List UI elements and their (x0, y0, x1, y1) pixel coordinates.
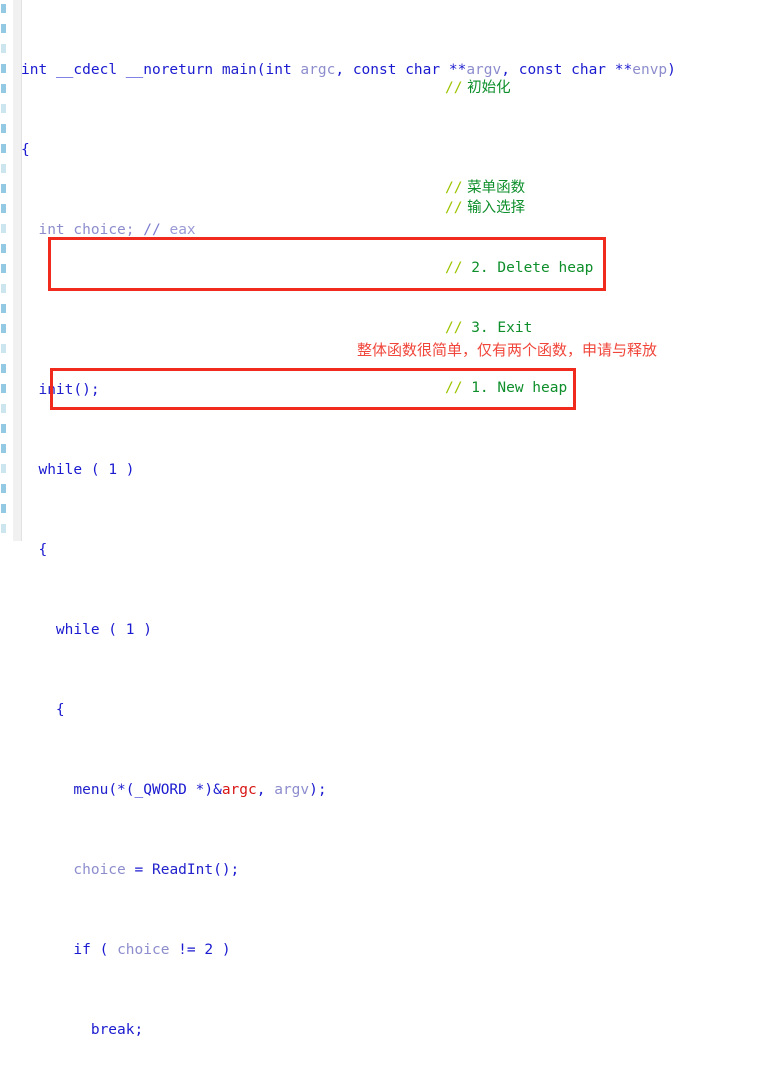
line-marker-tick[interactable] (1, 484, 6, 493)
token-var-choice[interactable]: choice (73, 862, 125, 878)
line-marker-tick[interactable] (1, 304, 6, 313)
code-line-9[interactable]: { (21, 700, 783, 720)
pseudocode-window: int __cdecl __noreturn main(int argc, co… (0, 0, 783, 1038)
token-param-argv: argv (466, 62, 502, 78)
code-line-3[interactable]: int choice; // eax (21, 220, 783, 240)
line-marker-tick[interactable] (1, 244, 6, 253)
comment-slashes: // (445, 180, 463, 196)
line-marker-tick[interactable] (1, 344, 6, 353)
token-var-choice-decl[interactable]: choice (73, 222, 125, 238)
pseudocode-code-area[interactable]: int __cdecl __noreturn main(int argc, co… (21, 0, 783, 1038)
comment-text: 2. Delete heap (462, 260, 594, 276)
code-line-2[interactable]: { (21, 140, 783, 160)
line-marker-tick[interactable] (1, 164, 6, 173)
token-cdecl: __cdecl (55, 62, 118, 78)
inline-comment-rc-menu: // 菜单函数 (445, 178, 525, 198)
line-marker-tick[interactable] (1, 424, 6, 433)
comment-text: 3. Exit (462, 320, 533, 336)
token-keyword-break: break (90, 1022, 135, 1038)
code-line-6[interactable]: while ( 1 ) (21, 460, 783, 480)
line-marker-tick[interactable] (1, 284, 6, 293)
comment-slashes: // (445, 260, 463, 276)
code-line-8[interactable]: while ( 1 ) (21, 620, 783, 640)
token-noreturn: __noreturn (125, 62, 214, 78)
token-var-argv[interactable]: argv (274, 782, 309, 798)
comment-text: 1. New heap (462, 380, 568, 396)
line-marker-tick[interactable] (1, 144, 6, 153)
inline-comment-rc-readint: // 输入选择 (445, 198, 525, 218)
code-line-4-blank (21, 300, 783, 320)
line-marker-tick[interactable] (1, 384, 6, 393)
token-keyword-if: if (73, 942, 91, 958)
line-marker-tick[interactable] (1, 324, 6, 333)
line-marker-tick[interactable] (1, 504, 6, 513)
line-marker-tick[interactable] (1, 524, 6, 533)
inline-comment-rc-newheap: // 1. New heap (445, 378, 567, 398)
comment-slashes: // (445, 200, 463, 216)
inline-comment-rc-delete: // 2. Delete heap (445, 258, 593, 278)
comment-slashes: // (143, 222, 161, 238)
line-marker-tick[interactable] (1, 104, 6, 113)
declaration-comment-text: eax (160, 222, 196, 238)
comment-slashes: // (445, 80, 463, 96)
comment-text: 菜单函数 (462, 180, 526, 196)
red-annotation-note: 整体函数很简单，仅有两个函数，申请与释放 (357, 341, 658, 359)
line-marker-tick[interactable] (1, 64, 6, 73)
code-line-11[interactable]: choice = ReadInt(); (21, 860, 783, 880)
comment-slashes: // (445, 320, 463, 336)
line-marker-tick[interactable] (1, 404, 6, 413)
code-line-1[interactable]: int __cdecl __noreturn main(int argc, co… (21, 60, 783, 80)
comment-text: 输入选择 (462, 200, 526, 216)
token-type-qword: _QWORD (134, 782, 187, 798)
line-marker-tick[interactable] (1, 204, 6, 213)
token-var-argc[interactable]: argc (222, 782, 257, 798)
token-type-int: int (38, 222, 65, 238)
inline-comment-rc-exit: // 3. Exit (445, 318, 532, 338)
line-marker-tick[interactable] (1, 24, 6, 33)
line-marker-tick[interactable] (1, 184, 6, 193)
line-marker-tick[interactable] (1, 124, 6, 133)
line-marker-tick[interactable] (1, 84, 6, 93)
line-marker-gutter[interactable] (0, 0, 13, 541)
code-line-7[interactable]: { (21, 540, 783, 560)
line-marker-tick[interactable] (1, 364, 6, 373)
line-marker-tick[interactable] (1, 224, 6, 233)
line-marker-tick[interactable] (1, 464, 6, 473)
token-function-main[interactable]: main (222, 62, 257, 78)
token-var-choice[interactable]: choice (117, 942, 169, 958)
line-marker-tick[interactable] (1, 444, 6, 453)
code-line-10[interactable]: menu(*(_QWORD *)&argc, argv); (21, 780, 783, 800)
inline-comment-rc-init: // 初始化 (445, 78, 511, 98)
declaration-comment: // eax (143, 222, 195, 238)
token-param-envp: envp (632, 62, 668, 78)
token-call-init[interactable]: init (38, 382, 73, 398)
line-marker-tick[interactable] (1, 4, 6, 13)
token-call-readint[interactable]: ReadInt (152, 862, 213, 878)
comment-text: 初始化 (462, 80, 511, 96)
code-line-5[interactable]: init(); (21, 380, 783, 400)
token-keyword-while: while (55, 622, 100, 638)
token-keyword-while: while (38, 462, 83, 478)
line-marker-tick[interactable] (1, 264, 6, 273)
token-call-menu[interactable]: menu (73, 782, 108, 798)
code-line-13[interactable]: break; (21, 1020, 783, 1040)
token-keyword: int (21, 62, 48, 78)
comment-slashes: // (445, 380, 463, 396)
code-line-12[interactable]: if ( choice != 2 ) (21, 940, 783, 960)
line-marker-tick[interactable] (1, 44, 6, 53)
token-param-argc: argc (300, 62, 336, 78)
